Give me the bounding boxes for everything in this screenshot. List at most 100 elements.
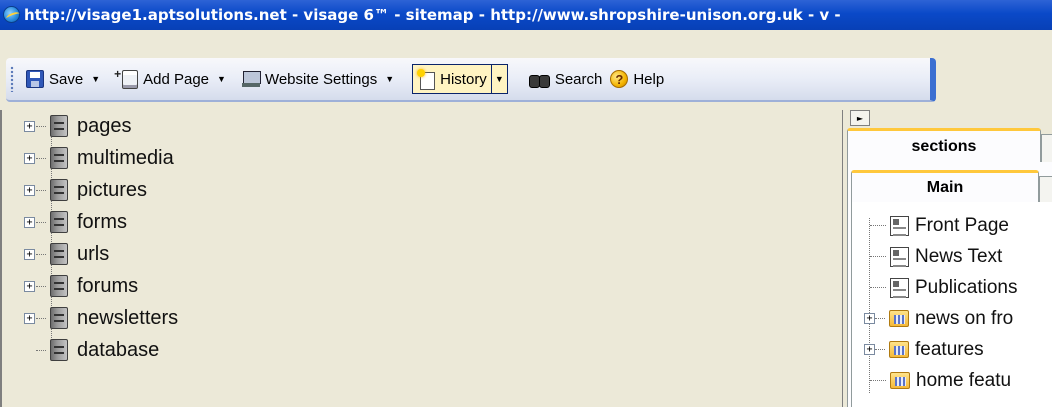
website-settings-dropdown-icon[interactable]: ▼ — [385, 74, 394, 84]
tree-item-label: database — [77, 338, 160, 361]
tree-connector — [36, 157, 46, 159]
history-button[interactable]: History — [412, 64, 492, 94]
search-label: Search — [554, 70, 603, 88]
toolbar-grip[interactable] — [10, 66, 14, 92]
section-item-front-page[interactable]: Front Page — [864, 210, 1017, 241]
collapse-panel-button[interactable]: ► — [850, 110, 870, 126]
database-drawer-icon — [50, 307, 68, 329]
database-drawer-icon — [50, 275, 68, 297]
expand-icon[interactable]: + — [24, 312, 35, 324]
expand-icon[interactable]: + — [864, 313, 875, 324]
history-dropdown-button[interactable]: ▼ — [491, 64, 508, 94]
database-drawer-icon — [50, 147, 68, 169]
expand-icon[interactable]: + — [24, 120, 35, 132]
page-icon — [890, 215, 909, 236]
section-item-news-text[interactable]: News Text — [864, 241, 1017, 272]
tree-connector — [36, 125, 46, 127]
page-icon — [890, 246, 909, 267]
section-item-label: features — [915, 338, 984, 360]
internet-explorer-icon — [3, 6, 20, 23]
save-button[interactable]: Save ▼ — [22, 64, 112, 94]
section-item-label: home featu — [916, 369, 1012, 391]
section-item-news-on-front[interactable]: + news on fro — [864, 303, 1017, 334]
tab-sections-label: sections — [911, 137, 977, 155]
tab-next-hidden[interactable] — [1041, 134, 1052, 162]
expand-icon[interactable]: + — [24, 184, 35, 196]
section-item-publications[interactable]: Publications — [864, 272, 1017, 303]
website-settings-label: Website Settings — [264, 70, 378, 88]
window-title-bar[interactable]: http://visage1.aptsolutions.net - visage… — [0, 0, 1052, 30]
tree-item-multimedia[interactable]: + multimedia — [24, 142, 178, 174]
expand-icon[interactable]: + — [24, 248, 35, 260]
save-dropdown-icon[interactable]: ▼ — [91, 74, 100, 84]
history-page-icon — [417, 69, 436, 90]
save-label: Save — [49, 70, 84, 88]
database-drawer-icon — [50, 243, 68, 265]
expand-icon[interactable]: + — [24, 216, 35, 228]
folder-icon — [889, 341, 909, 358]
floppy-disk-icon — [26, 70, 44, 88]
search-button[interactable]: Search — [524, 64, 607, 94]
tree-connector — [36, 189, 46, 191]
subtab-next-hidden[interactable] — [1039, 176, 1052, 202]
tree-item-forms[interactable]: + forms — [24, 206, 178, 238]
binoculars-icon — [528, 70, 550, 88]
expand-icon[interactable]: + — [24, 280, 35, 292]
tree-item-pages[interactable]: + pages — [24, 110, 178, 142]
main-subtab-body: Front Page News Text Publications + news… — [851, 202, 1052, 407]
tree-connector — [36, 253, 46, 255]
section-item-label: Publications — [915, 276, 1018, 298]
tree-item-database[interactable]: database — [24, 334, 178, 366]
subtab-main-label: Main — [926, 178, 964, 196]
tree-connector — [36, 221, 46, 223]
tree-item-forums[interactable]: + forums — [24, 270, 178, 302]
expand-icon[interactable]: + — [864, 344, 875, 355]
section-item-home-features[interactable]: home featu — [864, 365, 1017, 396]
tree-item-label: forms — [77, 210, 127, 233]
tree-connector — [870, 256, 886, 257]
help-button[interactable]: ? Help — [606, 64, 668, 94]
sitemap-tree-pane: + pages + multimedia + pictures + forms … — [0, 110, 842, 407]
tree-connector — [36, 349, 46, 351]
window-title: http://visage1.aptsolutions.net - visage… — [24, 6, 841, 24]
toolbar-area: Save ▼ Add Page ▼ Website Settings ▼ His… — [0, 30, 1052, 110]
history-label: History — [440, 70, 487, 88]
page-icon — [890, 277, 909, 298]
tree-item-newsletters[interactable]: + newsletters — [24, 302, 178, 334]
database-drawer-icon — [50, 179, 68, 201]
tree-connector — [870, 287, 886, 288]
website-settings-button[interactable]: Website Settings ▼ — [238, 64, 406, 94]
tree-item-label: pictures — [77, 178, 148, 201]
add-page-label: Add Page — [143, 70, 210, 88]
database-drawer-icon — [50, 115, 68, 137]
add-page-icon — [114, 67, 139, 89]
main-toolbar: Save ▼ Add Page ▼ Website Settings ▼ His… — [6, 58, 936, 102]
tree-item-label: newsletters — [77, 306, 179, 329]
section-item-label: news on fro — [915, 307, 1014, 329]
tree-item-pictures[interactable]: + pictures — [24, 174, 178, 206]
tree-item-urls[interactable]: + urls — [24, 238, 178, 270]
tree-connector — [875, 349, 885, 350]
tree-connector — [36, 317, 46, 319]
tree-connector — [870, 380, 886, 381]
sections-tree: Front Page News Text Publications + news… — [864, 210, 1017, 396]
tree-item-label: multimedia — [77, 146, 174, 169]
tree-item-label: urls — [77, 242, 110, 265]
subtab-main[interactable]: Main — [851, 170, 1039, 202]
add-page-button[interactable]: Add Page ▼ — [112, 64, 238, 94]
expand-icon[interactable]: + — [24, 152, 35, 164]
tree-item-label: forums — [77, 274, 139, 297]
folder-icon — [890, 372, 910, 389]
history-dropdown-icon: ▼ — [494, 74, 504, 84]
folder-icon — [889, 310, 909, 327]
help-label: Help — [633, 70, 665, 88]
triangle-right-icon: ► — [856, 113, 864, 123]
section-item-features[interactable]: + features — [864, 334, 1017, 365]
sections-panel: ► sections Front Page News Text Publicat… — [842, 110, 1052, 407]
tree-item-label: pages — [77, 114, 132, 137]
database-drawer-icon — [50, 339, 68, 361]
tab-sections[interactable]: sections — [847, 128, 1041, 162]
add-page-dropdown-icon[interactable]: ▼ — [217, 74, 226, 84]
sitemap-tree: + pages + multimedia + pictures + forms … — [24, 110, 178, 366]
